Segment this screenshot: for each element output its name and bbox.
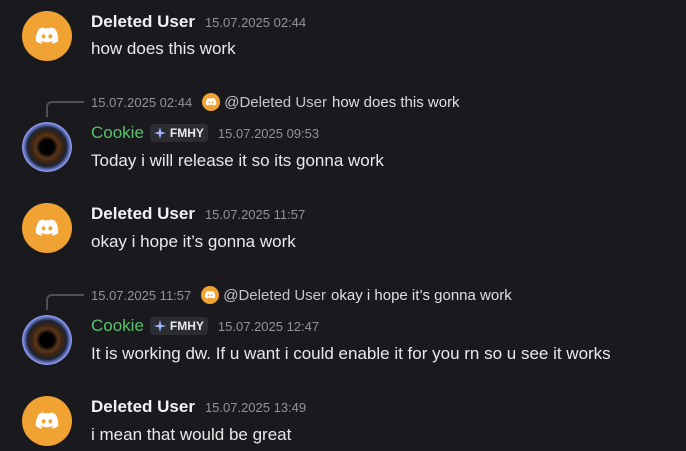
reply-preview[interactable]: 15.07.2025 11:57 @Deleted User okay i ho… (91, 285, 512, 305)
sparkle-icon (153, 320, 166, 332)
server-tag[interactable]: FMHY (149, 124, 208, 142)
message-text: i mean that would be great (91, 425, 292, 444)
discord-avatar[interactable] (22, 11, 72, 61)
reply-text: how does this work (332, 93, 460, 111)
server-tag-label: FMHY (169, 126, 204, 140)
discord-avatar[interactable] (22, 396, 72, 446)
reply-preview[interactable]: 15.07.2025 02:44 @Deleted User how does … (91, 92, 460, 112)
timestamp: 15.07.2025 09:53 (217, 125, 320, 141)
message-text: okay i hope it’s gonna work (91, 232, 296, 251)
reply-timestamp: 15.07.2025 11:57 (91, 287, 192, 303)
eye-avatar[interactable] (22, 315, 72, 365)
timestamp: 15.07.2025 02:44 (204, 14, 307, 30)
eye-avatar[interactable] (22, 122, 72, 172)
author-name[interactable]: Deleted User (91, 204, 195, 224)
reply-spine (46, 294, 84, 310)
discord-avatar[interactable] (22, 203, 72, 253)
sparkle-icon (153, 127, 166, 139)
reply-author[interactable]: @Deleted User (223, 287, 326, 304)
author-name[interactable]: Cookie (91, 316, 144, 336)
reply-text: okay i hope it’s gonna work (331, 286, 512, 304)
author-name[interactable]: Cookie (91, 123, 144, 143)
timestamp: 15.07.2025 13:49 (204, 399, 307, 415)
timestamp: 15.07.2025 11:57 (204, 206, 306, 222)
message-text: Today i will release it so its gonna wor… (91, 151, 384, 170)
reply-timestamp: 15.07.2025 02:44 (91, 94, 193, 110)
author-name[interactable]: Deleted User (91, 397, 195, 417)
timestamp: 15.07.2025 12:47 (217, 318, 320, 334)
discord-avatar-small (201, 286, 220, 304)
message-text: how does this work (91, 39, 236, 58)
author-name[interactable]: Deleted User (91, 12, 195, 32)
message-text: It is working dw. If u want i could enab… (91, 344, 611, 363)
reply-spine (46, 101, 84, 117)
reply-author[interactable]: @Deleted User (224, 94, 327, 111)
server-tag-label: FMHY (169, 319, 204, 333)
server-tag[interactable]: FMHY (149, 317, 208, 335)
discord-avatar-small (202, 93, 221, 111)
